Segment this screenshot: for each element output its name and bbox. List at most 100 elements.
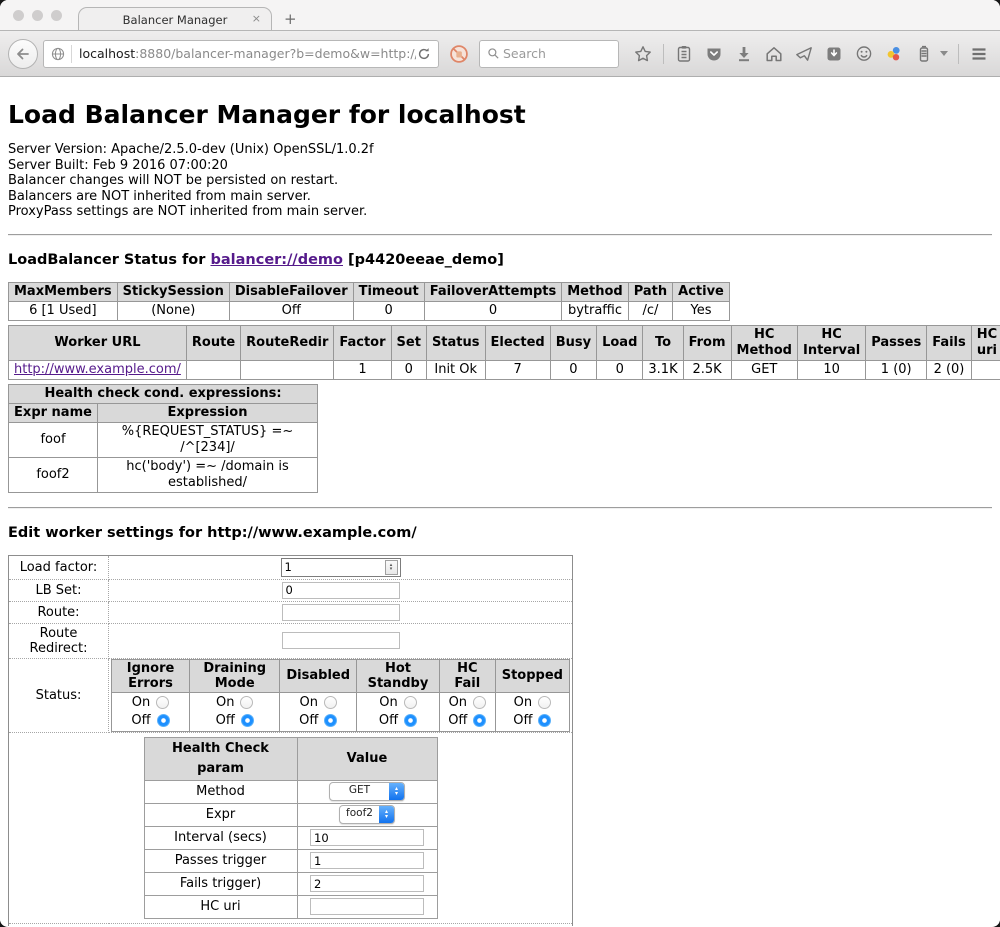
radio-hot-standby-on[interactable]	[404, 696, 417, 709]
home-icon[interactable]	[764, 44, 784, 64]
save-to-device-icon[interactable]	[824, 44, 844, 64]
submit-button[interactable]: Submit	[260, 926, 321, 927]
number-stepper-icon[interactable]: ▴▾	[385, 560, 398, 575]
hc-expr-value: foof2	[340, 806, 379, 823]
form-row-load-factor: Load factor: ▴▾	[9, 555, 573, 579]
column-header: Factor	[334, 325, 391, 360]
hc-expr-select[interactable]: foof2▴▾	[339, 805, 395, 824]
page-content: Load Balancer Manager for localhost Serv…	[0, 77, 1000, 926]
column-header: Fails	[927, 325, 972, 360]
hc-method-select[interactable]: GET▴▾	[329, 782, 405, 801]
cell-maxmembers: 6 [1 Used]	[9, 301, 118, 320]
cell-path: /c/	[628, 301, 672, 320]
column-header: Worker URL	[9, 325, 187, 360]
zoom-window-button[interactable]	[51, 10, 62, 21]
search-input[interactable]	[501, 45, 605, 62]
radio-disabled-on[interactable]	[324, 696, 337, 709]
chevron-down-icon[interactable]	[940, 51, 948, 56]
radio-hc-fail-off[interactable]	[473, 714, 486, 727]
radio-disabled-off[interactable]	[324, 714, 337, 727]
feedback-smiley-icon[interactable]	[854, 44, 874, 64]
page-title: Load Balancer Manager for localhost	[8, 100, 992, 129]
route-input[interactable]	[282, 604, 400, 621]
new-tab-button[interactable]: +	[284, 10, 297, 28]
hc-passes-input[interactable]	[310, 852, 424, 869]
url-domain: localhost	[79, 46, 135, 61]
globe-icon[interactable]	[50, 46, 66, 62]
on-label: On	[514, 694, 532, 712]
radio-stopped-on[interactable]	[538, 696, 551, 709]
column-header: Health Check param	[144, 737, 297, 780]
column-header: Active	[673, 282, 730, 301]
radio-ignore-errors-off[interactable]	[157, 714, 170, 727]
column-header: Timeout	[353, 282, 424, 301]
url-bar[interactable]: localhost:8880/balancer-manager?b=demo&w…	[43, 40, 439, 68]
column-header: HC Interval	[797, 325, 865, 360]
clipboard-icon[interactable]	[674, 44, 694, 64]
on-label: On	[379, 694, 397, 712]
radio-stopped-off[interactable]	[538, 714, 551, 727]
load-factor-input[interactable]: ▴▾	[281, 558, 401, 577]
search-icon	[486, 46, 501, 61]
menu-icon[interactable]	[969, 44, 989, 64]
table-header-row: Expr name Expression	[9, 403, 318, 422]
radio-hc-fail-on[interactable]	[473, 696, 486, 709]
tab-balancer-manager[interactable]: Balancer Manager ×	[78, 7, 272, 31]
on-label: On	[299, 694, 317, 712]
table-title-row: Health check cond. expressions:	[9, 384, 318, 403]
cell-passes: 1 (0)	[866, 360, 927, 379]
column-header: Load	[597, 325, 643, 360]
hc-uri-input[interactable]	[310, 898, 424, 915]
reload-icon[interactable]	[416, 46, 432, 62]
pocket-icon[interactable]	[704, 44, 724, 64]
cell-factor: 1	[334, 360, 391, 379]
off-label: Off	[131, 712, 150, 730]
table-header-row: Ignore Errors Draining Mode Disabled Hot…	[112, 659, 570, 692]
radio-draining-mode-on[interactable]	[240, 696, 253, 709]
search-bar[interactable]	[479, 40, 619, 68]
blocked-content-icon[interactable]	[448, 43, 470, 65]
heading-text: [p4420eeae_demo]	[343, 252, 504, 268]
hc-passes-label: Passes trigger	[144, 849, 297, 872]
cell-status: Init Ok	[426, 360, 485, 379]
cell-expression: hc('body') =~ /domain is established/	[98, 457, 318, 492]
column-header: DisableFailover	[229, 282, 353, 301]
off-label: Off	[379, 712, 398, 730]
load-factor-field[interactable]	[282, 560, 385, 574]
hc-expr-row: Expr foof2▴▾	[144, 803, 437, 826]
column-header: Path	[628, 282, 672, 301]
download-icon[interactable]	[734, 44, 754, 64]
column-header: Stopped	[495, 659, 569, 692]
balancer-status-heading: LoadBalancer Status for balancer://demo …	[8, 252, 992, 268]
hc-method-row: Method GET▴▾	[144, 780, 437, 803]
lb-set-input[interactable]	[282, 582, 400, 599]
route-redirect-input[interactable]	[282, 632, 400, 649]
color-dots-extension-icon[interactable]	[884, 44, 904, 64]
back-button[interactable]	[8, 39, 38, 69]
hc-interval-input[interactable]	[310, 829, 424, 846]
radio-ignore-errors-on[interactable]	[156, 696, 169, 709]
bookmark-star-icon[interactable]	[633, 44, 653, 64]
hc-fails-input[interactable]	[310, 875, 424, 892]
radio-draining-mode-off[interactable]	[241, 714, 254, 727]
cell-hc-uri	[971, 360, 1000, 379]
radio-hot-standby-off[interactable]	[404, 714, 417, 727]
divider	[8, 507, 992, 509]
hc-fails-row: Fails trigger)	[144, 872, 437, 895]
browser-window: Balancer Manager × + localhost:8880/bala…	[0, 0, 1000, 927]
edit-worker-form: Load factor: ▴▾ LB Set: Route: Route Red…	[8, 555, 573, 927]
close-tab-icon[interactable]: ×	[252, 12, 261, 25]
minimize-window-button[interactable]	[32, 10, 43, 21]
close-window-button[interactable]	[13, 10, 24, 21]
notice-line: ProxyPass settings are NOT inherited fro…	[8, 204, 992, 220]
nav-toolbar: localhost:8880/balancer-manager?b=demo&w…	[0, 30, 1000, 77]
url-text[interactable]: localhost:8880/balancer-manager?b=demo&w…	[79, 46, 416, 61]
cell-expr-name: foof	[9, 422, 98, 457]
column-header: Busy	[550, 325, 596, 360]
cell-method: bytraffic	[562, 301, 628, 320]
battery-extension-icon[interactable]	[914, 44, 934, 64]
send-icon[interactable]	[794, 44, 814, 64]
table-row: 6 [1 Used] (None) Off 0 0 bytraffic /c/ …	[9, 301, 730, 320]
worker-url-link[interactable]: http://www.example.com/	[14, 362, 181, 377]
balancer-demo-link[interactable]: balancer://demo	[210, 252, 343, 268]
